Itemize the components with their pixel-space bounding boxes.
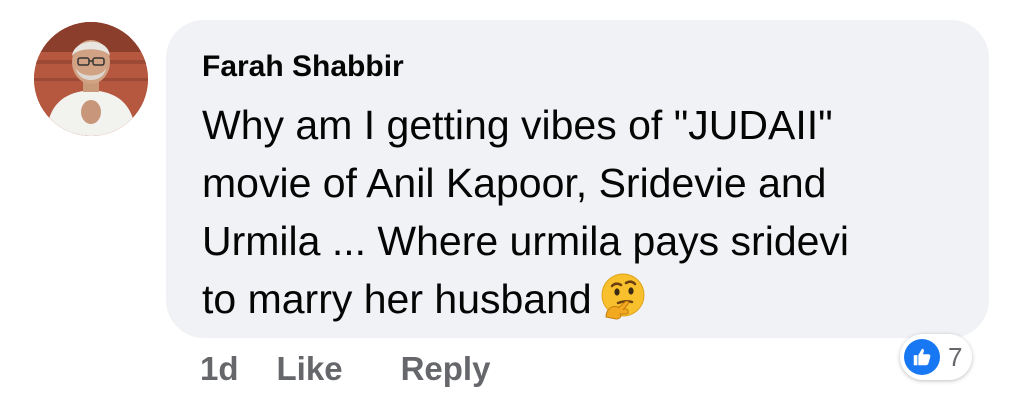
thinking-face-icon bbox=[598, 271, 648, 321]
comment-body-line-text: to marry her husband bbox=[202, 276, 592, 322]
avatar[interactable] bbox=[34, 22, 148, 136]
comment-timestamp[interactable]: 1d bbox=[200, 346, 239, 392]
comment-body-line: Urmila ... Where urmila pays sridevi bbox=[202, 218, 850, 264]
comment-actions: 1d Like Reply bbox=[200, 346, 548, 392]
comment-body-line: Why am I getting vibes of "JUDAII" bbox=[202, 102, 833, 148]
comment-body: Why am I getting vibes of "JUDAII" movie… bbox=[202, 96, 962, 328]
reactions-summary[interactable]: 7 bbox=[900, 334, 973, 380]
comment: Farah Shabbir Why am I getting vibes of … bbox=[0, 0, 1024, 402]
thumbs-up-icon bbox=[904, 339, 940, 375]
comment-bubble: Farah Shabbir Why am I getting vibes of … bbox=[166, 20, 989, 338]
comment-author[interactable]: Farah Shabbir bbox=[202, 48, 959, 86]
reply-button[interactable]: Reply bbox=[401, 346, 491, 392]
avatar-image bbox=[34, 22, 148, 136]
like-button[interactable]: Like bbox=[277, 346, 343, 392]
reaction-count: 7 bbox=[948, 341, 963, 372]
comment-body-line: movie of Anil Kapoor, Sridevie and bbox=[202, 160, 827, 206]
comment-body-line-last: to marry her husband bbox=[202, 270, 962, 328]
